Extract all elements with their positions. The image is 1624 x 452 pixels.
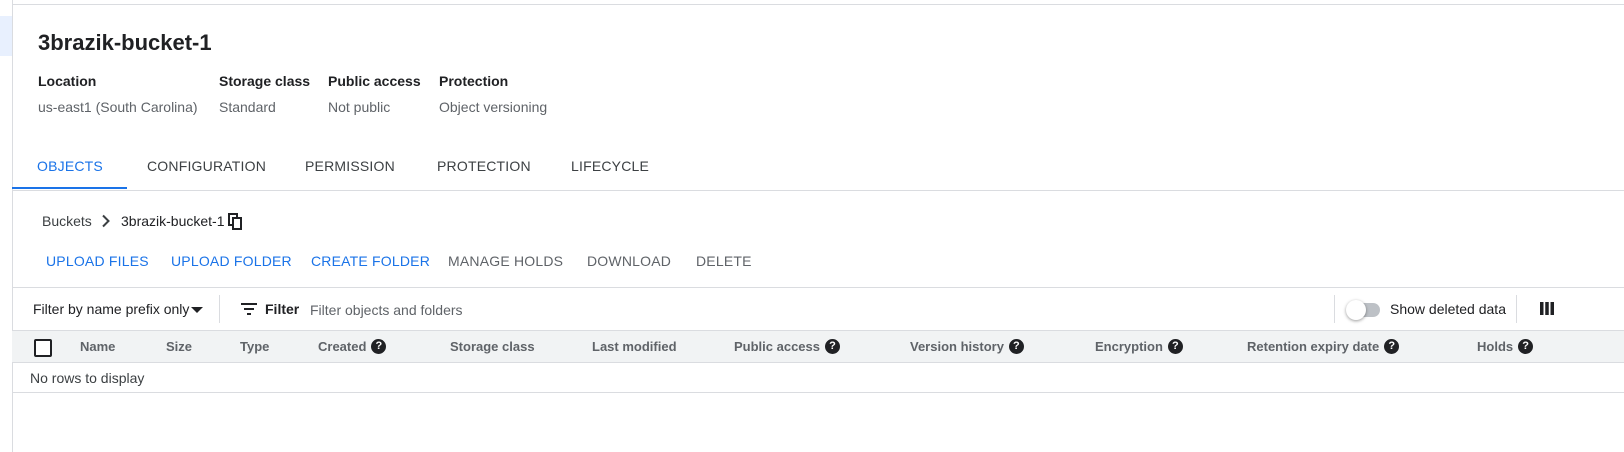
show-deleted-toggle[interactable] [1346, 299, 1382, 320]
create-folder-button[interactable]: CREATE FOLDER [311, 253, 430, 269]
help-icon[interactable]: ? [1008, 339, 1024, 354]
tab-objects[interactable]: OBJECTS [37, 158, 103, 174]
upload-files-button[interactable]: UPLOAD FILES [46, 253, 149, 269]
detail-label-storage-class: Storage class [219, 73, 311, 89]
filter-divider [219, 295, 220, 323]
column-header-label: Holds [1477, 339, 1514, 354]
filter-label[interactable]: Filter [265, 301, 299, 317]
column-header-type[interactable]: Type [240, 339, 269, 354]
top-divider [12, 4, 1624, 5]
detail-value-location: us-east1 (South Carolina) [38, 99, 198, 115]
column-header-label: Name [80, 339, 116, 354]
help-icon[interactable]: ? [825, 339, 840, 354]
manage-holds-button[interactable]: MANAGE HOLDS [448, 253, 563, 269]
detail-label-protection: Protection [439, 73, 509, 89]
help-icon[interactable]: ? [1167, 339, 1183, 354]
empty-state-text: No rows to display [30, 370, 145, 386]
column-header-encryption[interactable]: Encryption? [1095, 339, 1183, 354]
toggle-thumb [1346, 300, 1366, 320]
column-header-size[interactable]: Size [166, 339, 192, 354]
column-header-label: Encryption [1095, 339, 1163, 354]
column-header-version-history[interactable]: Version history? [910, 339, 1024, 354]
chevron-right-icon [102, 214, 110, 228]
tab-permission[interactable]: PERMISSION [305, 158, 395, 174]
copy-icon[interactable] [228, 213, 243, 230]
breadcrumb-current: 3brazik-bucket-1 [121, 213, 225, 229]
columns-divider [1516, 295, 1517, 323]
column-header-created[interactable]: Created? [318, 339, 387, 354]
download-button[interactable]: DOWNLOAD [587, 253, 671, 269]
column-display-icon[interactable] [1540, 302, 1554, 315]
column-header-public-access[interactable]: Public access? [734, 339, 840, 354]
column-header-label: Size [166, 339, 193, 354]
tab-configuration[interactable]: CONFIGURATION [147, 158, 266, 174]
help-icon[interactable]: ? [1518, 339, 1534, 354]
filter-list-icon[interactable] [241, 302, 257, 316]
detail-label-location: Location [38, 73, 97, 89]
tab-lifecycle[interactable]: LIFECYCLE [571, 158, 649, 174]
detail-value-public-access: Not public [328, 99, 391, 115]
page-title: 3brazik-bucket-1 [38, 30, 212, 55]
column-header-holds[interactable]: Holds? [1477, 339, 1534, 354]
column-header-label: Version history [910, 339, 1004, 354]
breadcrumb-buckets-link[interactable]: Buckets [42, 213, 92, 229]
column-header-label: Retention expiry date [1247, 339, 1380, 354]
upload-folder-button[interactable]: UPLOAD FOLDER [171, 253, 292, 269]
filter-input[interactable] [308, 296, 912, 324]
help-icon[interactable]: ? [371, 339, 387, 354]
column-header-label: Last modified [592, 339, 677, 354]
column-header-retention-expiry-date[interactable]: Retention expiry date? [1247, 339, 1400, 354]
caret-down-icon[interactable] [191, 307, 203, 313]
filter-bar: Filter by name prefix only Filter Show d… [12, 287, 1624, 330]
column-header-label: Type [240, 339, 270, 354]
detail-value-storage-class: Standard [219, 99, 276, 115]
table-header: Name Size Type Created? Storage class La… [12, 330, 1624, 363]
select-all-checkbox[interactable] [34, 339, 52, 357]
active-tab-indicator [12, 187, 127, 189]
column-header-name[interactable]: Name [80, 339, 115, 354]
column-header-label: Public access [734, 339, 820, 354]
column-header-last-modified[interactable]: Last modified [592, 339, 677, 354]
table-empty-row: No rows to display [12, 362, 1624, 393]
help-icon[interactable]: ? [1384, 339, 1400, 354]
column-header-storage-class[interactable]: Storage class [450, 339, 535, 354]
tab-protection[interactable]: PROTECTION [437, 158, 531, 174]
column-header-label: Storage class [450, 339, 535, 354]
filter-prefix-select[interactable]: Filter by name prefix only [33, 301, 189, 317]
detail-label-public-access: Public access [328, 73, 421, 89]
detail-value-protection: Object versioning [439, 99, 548, 115]
toggle-divider [1334, 295, 1335, 323]
left-nav-selected-marker [0, 16, 12, 56]
tab-bar: OBJECTS CONFIGURATION PERMISSION PROTECT… [12, 150, 1624, 191]
delete-button[interactable]: DELETE [696, 253, 752, 269]
column-header-label: Created [318, 339, 367, 354]
show-deleted-label: Show deleted data [1390, 301, 1506, 317]
